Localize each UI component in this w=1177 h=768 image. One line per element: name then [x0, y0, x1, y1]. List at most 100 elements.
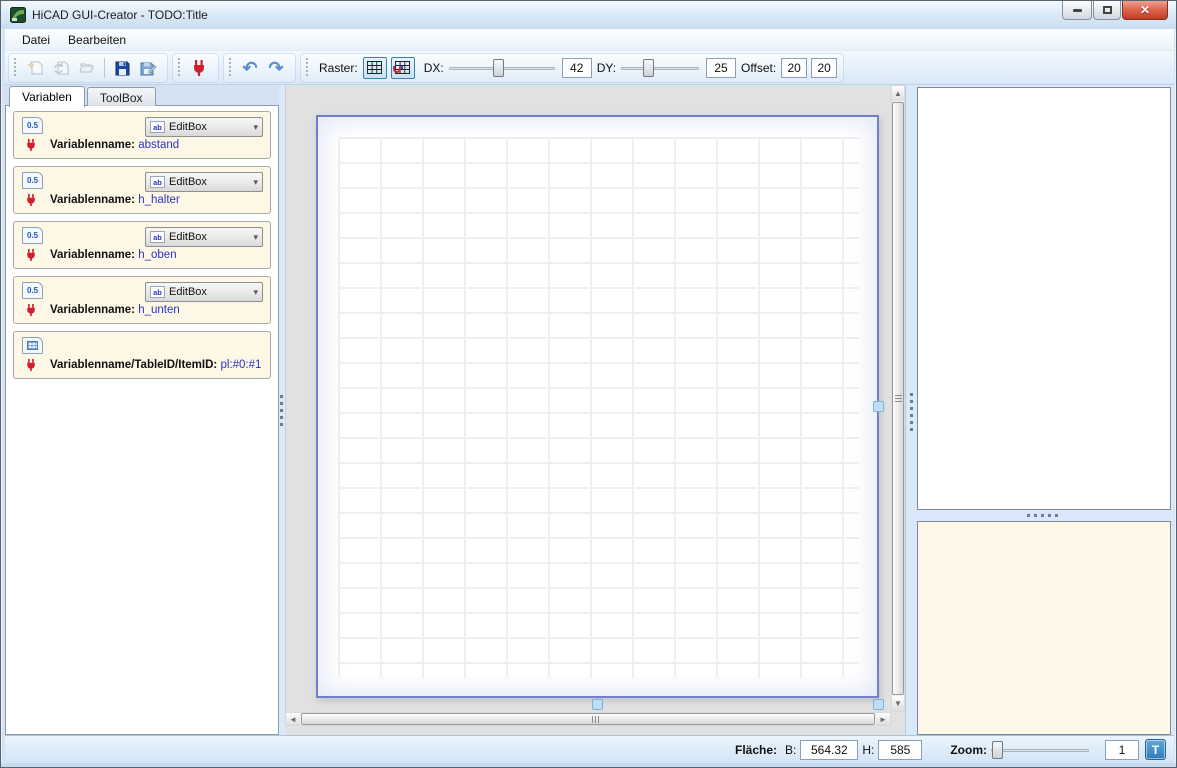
vertical-scrollbar[interactable]: ▲ ▼	[891, 85, 905, 712]
maximize-icon	[1103, 6, 1112, 14]
h-label: H:	[862, 743, 874, 757]
properties-pane[interactable]	[917, 521, 1171, 735]
numeric-variable-icon: 0.5	[22, 172, 43, 189]
dx-slider[interactable]	[449, 58, 555, 78]
width-value-input[interactable]	[800, 740, 858, 760]
variable-name: abstand	[138, 139, 179, 151]
new-file-icon	[26, 59, 44, 77]
toolbar-grip[interactable]	[228, 58, 233, 78]
menu-datei[interactable]: Datei	[13, 30, 59, 50]
menu-bearbeiten[interactable]: Bearbeiten	[59, 30, 135, 50]
numeric-variable-icon: 0.5	[22, 282, 43, 299]
control-type-dropdown[interactable]: ab EditBox ▾	[145, 117, 263, 137]
dy-value-input[interactable]	[706, 58, 736, 78]
control-type-dropdown[interactable]: ab EditBox ▾	[145, 172, 263, 192]
tab-toolbox[interactable]: ToolBox	[87, 87, 156, 106]
offset-y-input[interactable]	[811, 58, 837, 78]
plug-icon	[25, 137, 37, 153]
offset-label: Offset:	[741, 61, 776, 75]
open-folder-icon	[78, 59, 96, 77]
save-as-button[interactable]	[135, 55, 161, 81]
titlebar[interactable]: HiCAD GUI-Creator - TODO:Title ✕	[1, 1, 1176, 29]
resize-handle-right[interactable]	[873, 401, 884, 412]
variable-label: Variablenname: h_unten	[50, 304, 180, 316]
grid-icon	[367, 61, 382, 74]
splitter-grip-icon	[1027, 514, 1061, 518]
minimize-button[interactable]	[1062, 1, 1092, 20]
editbox-icon: ab	[150, 286, 165, 298]
file-toolbar-group	[9, 54, 167, 82]
control-type-dropdown[interactable]: ab EditBox ▾	[145, 227, 263, 247]
left-panel: Variablen ToolBox 0.5 Variablenname: abs…	[5, 85, 279, 735]
window-frame	[1, 763, 1176, 768]
right-panel-splitter[interactable]	[917, 510, 1171, 521]
height-value-input[interactable]	[878, 740, 922, 760]
variable-label: Variablenname/TableID/ItemID: pl:#0:#1	[50, 359, 261, 371]
scroll-right-icon[interactable]: ►	[876, 713, 890, 725]
toolbar-grip[interactable]	[305, 58, 310, 78]
variable-card-h-unten[interactable]: 0.5 Variablenname: h_unten ab EditBox ▾	[13, 276, 271, 324]
new-file-button[interactable]	[22, 55, 48, 81]
raster-toolbar-group: Raster: DX: DY:	[301, 54, 843, 82]
undo-button[interactable]: ↶	[237, 55, 263, 81]
right-panel	[917, 85, 1174, 735]
dx-value-input[interactable]	[562, 58, 592, 78]
right-splitter[interactable]	[905, 85, 917, 735]
editbox-icon: ab	[150, 231, 165, 243]
design-canvas[interactable]	[316, 115, 879, 698]
horizontal-scrollbar[interactable]: ◄ ►	[285, 712, 891, 726]
zoom-slider-thumb[interactable]	[992, 741, 1003, 759]
scroll-up-icon[interactable]: ▲	[892, 86, 904, 101]
variable-card-h-halter[interactable]: 0.5 Variablenname: h_halter ab EditBox ▾	[13, 166, 271, 214]
variable-card-abstand[interactable]: 0.5 Variablenname: abstand ab EditBox ▾	[13, 111, 271, 159]
save-icon	[113, 59, 131, 77]
reload-file-button[interactable]	[48, 55, 74, 81]
chevron-down-icon: ▾	[253, 122, 258, 133]
zoom-value-input[interactable]	[1105, 740, 1139, 760]
variables-list: 0.5 Variablenname: abstand ab EditBox ▾ …	[5, 105, 279, 735]
text-mode-button[interactable]: T	[1145, 739, 1166, 760]
snap-grid-icon	[395, 61, 410, 74]
variable-name: h_halter	[138, 194, 180, 206]
horizontal-scroll-thumb[interactable]	[301, 713, 875, 725]
design-viewport	[285, 85, 891, 712]
tab-variablen[interactable]: Variablen	[9, 86, 85, 107]
save-button[interactable]	[109, 55, 135, 81]
variable-name: h_unten	[138, 304, 180, 316]
minimize-icon	[1073, 9, 1082, 12]
canvas-column: ▲ ▼ ◄ ►	[285, 85, 905, 735]
variable-name: pl:#0:#1	[220, 359, 261, 371]
preview-pane[interactable]	[917, 87, 1171, 510]
zoom-slider[interactable]	[991, 740, 1089, 760]
close-button[interactable]: ✕	[1122, 1, 1168, 20]
variable-card-table[interactable]: Variablenname/TableID/ItemID: pl:#0:#1	[13, 331, 271, 379]
redo-icon: ↷	[268, 59, 283, 77]
toolbar-grip[interactable]	[13, 58, 18, 78]
toolbar: ↶ ↷ Raster: DX: DY:	[5, 51, 1174, 85]
snap-grid-toggle-button[interactable]	[391, 57, 415, 79]
app-window: HiCAD GUI-Creator - TODO:Title ✕ Datei B…	[0, 0, 1177, 768]
dy-slider-thumb[interactable]	[643, 59, 654, 77]
scroll-down-icon[interactable]: ▼	[892, 696, 904, 711]
vertical-scroll-thumb[interactable]	[892, 102, 904, 695]
dy-slider[interactable]	[621, 58, 699, 78]
toolbar-grip[interactable]	[177, 58, 182, 78]
variable-label: Variablenname: abstand	[50, 139, 179, 151]
maximize-button[interactable]	[1093, 1, 1121, 20]
control-type-dropdown[interactable]: ab EditBox ▾	[145, 282, 263, 302]
resize-handle-corner[interactable]	[873, 699, 884, 710]
scroll-left-icon[interactable]: ◄	[286, 713, 300, 725]
open-file-button[interactable]	[74, 55, 100, 81]
plug-toolbar-group	[173, 54, 218, 82]
dx-slider-thumb[interactable]	[493, 59, 504, 77]
redo-button[interactable]: ↷	[263, 55, 289, 81]
offset-x-input[interactable]	[781, 58, 807, 78]
variable-card-h-oben[interactable]: 0.5 Variablenname: h_oben ab EditBox ▾	[13, 221, 271, 269]
grid-toggle-button[interactable]	[363, 57, 387, 79]
plug-icon	[25, 247, 37, 263]
resize-handle-bottom[interactable]	[592, 699, 603, 710]
control-type-value: EditBox	[169, 231, 207, 243]
plug-button[interactable]	[186, 55, 212, 81]
variable-name: h_oben	[138, 249, 176, 261]
canvas-bottom-strip	[285, 726, 905, 735]
